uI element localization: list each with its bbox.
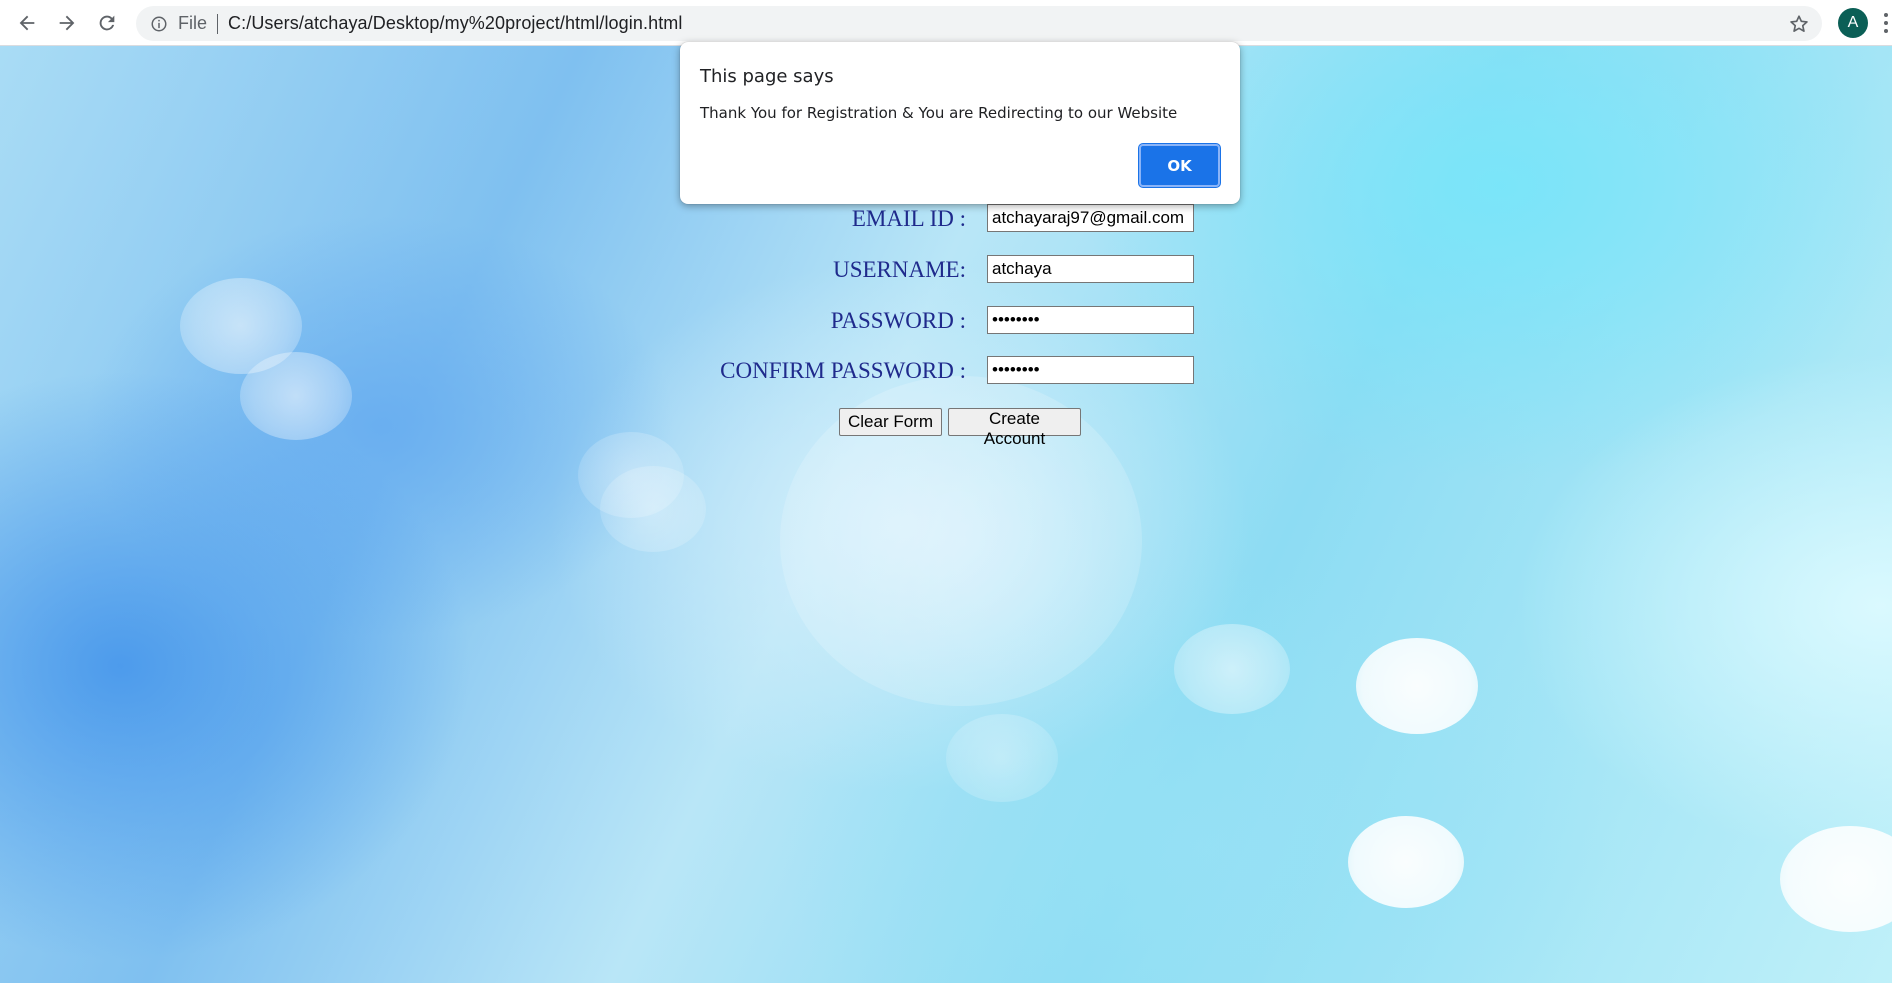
bokeh-circle <box>1174 624 1290 714</box>
back-button[interactable] <box>12 8 42 38</box>
bokeh-circle <box>1356 638 1478 734</box>
bokeh-circle <box>600 466 706 552</box>
confirm-password-label: CONFIRM PASSWORD : <box>720 358 966 383</box>
bokeh-circle <box>1780 826 1892 932</box>
alert-message: Thank You for Registration & You are Red… <box>700 104 1178 122</box>
email-field[interactable] <box>987 204 1194 232</box>
email-row: EMAIL ID : <box>0 204 1892 236</box>
bokeh-circle <box>1348 816 1464 908</box>
password-field[interactable] <box>987 306 1194 334</box>
menu-dots-icon[interactable] <box>1880 10 1892 36</box>
info-icon[interactable] <box>150 15 168 33</box>
password-row: PASSWORD : <box>0 306 1892 338</box>
username-row: USERNAME: <box>0 255 1892 287</box>
reload-button[interactable] <box>92 8 122 38</box>
confirm-password-row: CONFIRM PASSWORD : <box>0 356 1892 388</box>
ok-button[interactable]: OK <box>1139 144 1220 187</box>
alert-title: This page says <box>700 66 834 87</box>
email-label: EMAIL ID : <box>851 206 966 231</box>
create-account-button[interactable]: Create Account <box>948 408 1081 448</box>
arrow-left-icon <box>19 15 35 31</box>
clear-form-button[interactable]: Clear Form <box>839 408 942 436</box>
password-label: PASSWORD : <box>830 308 966 333</box>
alert-dialog: This page says Thank You for Registratio… <box>680 42 1240 204</box>
form-buttons: Clear Form Create Account <box>0 408 1892 448</box>
username-label: USERNAME: <box>833 257 966 282</box>
reload-icon <box>99 15 115 31</box>
scheme-label: File <box>178 13 208 33</box>
address-bar[interactable]: File C:/Users/atchaya/Desktop/my%20proje… <box>136 6 1822 41</box>
arrow-right-icon <box>59 15 75 31</box>
confirm-password-field[interactable] <box>987 356 1194 384</box>
bokeh-circle <box>946 714 1058 802</box>
divider <box>217 13 219 34</box>
username-field[interactable] <box>987 255 1194 283</box>
url-text[interactable]: C:/Users/atchaya/Desktop/my%20project/ht… <box>228 13 682 34</box>
browser-toolbar: File C:/Users/atchaya/Desktop/my%20proje… <box>0 0 1892 46</box>
star-icon[interactable] <box>1788 13 1810 35</box>
forward-button[interactable] <box>52 8 82 38</box>
profile-avatar[interactable]: A <box>1838 8 1868 38</box>
